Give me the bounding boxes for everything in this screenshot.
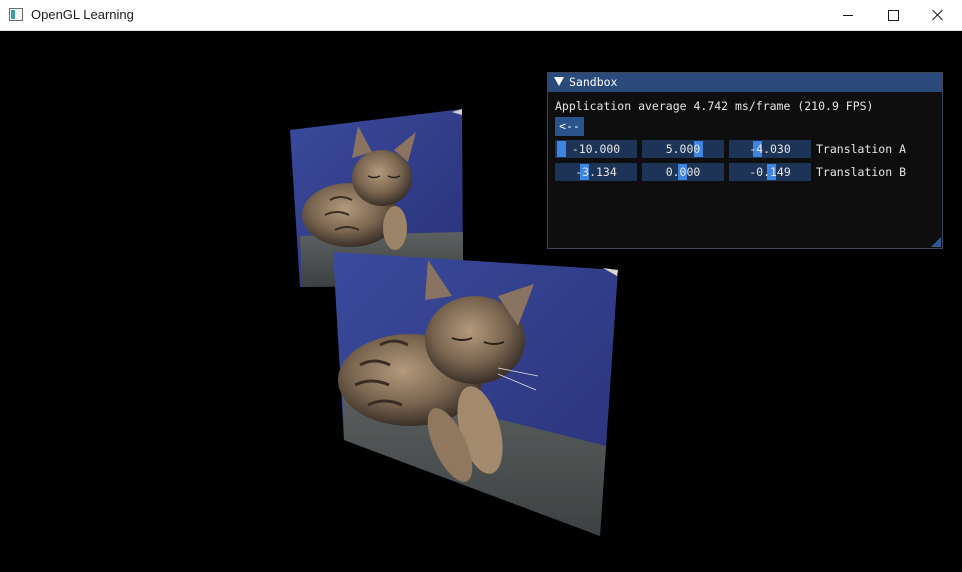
resize-grip[interactable] [931,237,941,247]
translation-b-x-value: -3.134 [575,165,617,179]
translation-a-y-drag[interactable]: 5.000 [642,140,724,158]
sandbox-title: Sandbox [569,75,618,89]
fps-readout: Application average 4.742 ms/frame (210.… [555,99,874,113]
sandbox-titlebar[interactable]: Sandbox [548,73,942,92]
collapse-arrow-icon[interactable] [554,77,564,86]
translation-a-y-value: 5.000 [665,142,701,156]
translation-b-z-value: -0.149 [749,165,791,179]
translation-a-x-value: -10.000 [571,142,621,156]
back-button[interactable]: <-- [555,117,584,136]
translation-a-z-drag[interactable]: -4.030 [729,140,811,158]
translation-b-z-drag[interactable]: -0.149 [729,163,811,181]
translation-b-label: Translation B [816,165,907,179]
translation-b-y-drag[interactable]: 0.000 [642,163,724,181]
translation-a-label: Translation A [816,142,907,156]
translation-b-y-value: 0.000 [665,165,701,179]
sandbox-window[interactable]: Sandbox Application average 4.742 ms/fra… [547,72,943,249]
translation-a-z-value: -4.030 [749,142,791,156]
translation-b-x-drag[interactable]: -3.134 [555,163,637,181]
kitten-quad-front [333,252,618,536]
translation-a-x-drag[interactable]: -10.000 [555,140,637,158]
